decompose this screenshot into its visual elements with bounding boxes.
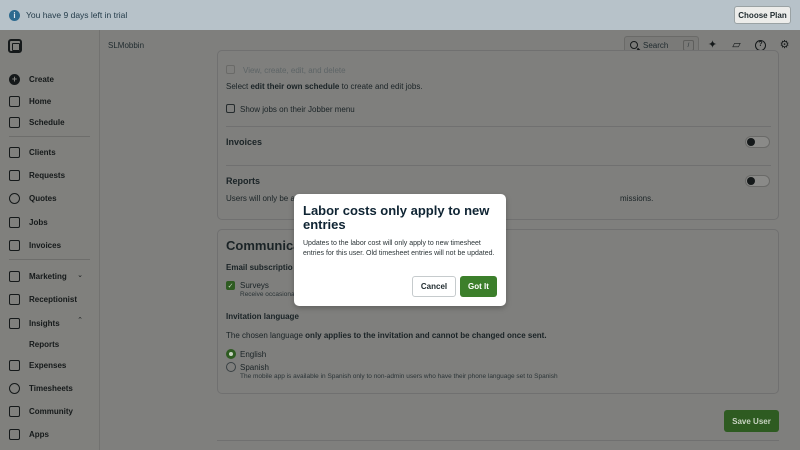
search-icon bbox=[630, 41, 638, 49]
sidebar-item-label: Quotes bbox=[29, 193, 57, 203]
invoices-permission-label: Invoices bbox=[226, 137, 263, 147]
sidebar-divider bbox=[9, 136, 90, 137]
sidebar-item-apps[interactable]: Apps bbox=[0, 424, 99, 444]
got-it-button[interactable]: Got It bbox=[460, 276, 497, 297]
spanish-label: Spanish bbox=[240, 363, 269, 372]
clients-icon bbox=[9, 146, 20, 158]
sidebar-item-label: Requests bbox=[29, 170, 66, 180]
sidebar-item-label: Community bbox=[29, 406, 73, 416]
gear-icon[interactable]: ⚙ bbox=[779, 40, 790, 51]
requests-icon bbox=[9, 169, 20, 181]
invoices-icon bbox=[9, 239, 20, 251]
sidebar-item-label: Home bbox=[29, 96, 52, 106]
spanish-note: The mobile app is available in Spanish o… bbox=[240, 373, 558, 380]
invitation-language-label: Invitation language bbox=[226, 312, 299, 321]
choose-plan-button[interactable]: Choose Plan bbox=[734, 6, 791, 24]
chevron-up-icon: ⌃ bbox=[77, 317, 83, 324]
receptionist-icon bbox=[9, 293, 20, 305]
sidebar-item-label: Clients bbox=[29, 147, 56, 157]
sidebar-item-jobs[interactable]: Jobs bbox=[0, 212, 99, 232]
chevron-down-icon: ⌄ bbox=[77, 272, 83, 279]
sidebar-item-marketing[interactable]: Marketing ⌄ bbox=[0, 266, 99, 286]
quotes-icon bbox=[9, 192, 20, 204]
expenses-icon bbox=[9, 359, 20, 371]
clock-icon bbox=[9, 382, 20, 394]
sidebar-item-invoices[interactable]: Invoices bbox=[0, 235, 99, 255]
sidebar-item-label: Apps bbox=[29, 429, 49, 439]
reports-permission-label: Reports bbox=[226, 176, 261, 186]
sidebar-item-label: Create bbox=[29, 74, 54, 84]
section-divider bbox=[226, 165, 771, 166]
calendar-icon bbox=[9, 116, 20, 128]
reports-note-start: Users will only be al bbox=[226, 194, 297, 203]
language-note: The chosen language only applies to the … bbox=[226, 331, 547, 340]
section-divider bbox=[226, 126, 771, 127]
sidebar-item-label: Insights bbox=[29, 318, 60, 328]
sidebar-item-label: Expenses bbox=[29, 360, 67, 370]
sidebar-divider bbox=[9, 259, 90, 260]
labor-costs-dialog: Labor costs only apply to new entries Up… bbox=[294, 194, 506, 306]
home-icon bbox=[9, 95, 20, 107]
schedule-note-bold: edit their own schedule bbox=[250, 82, 340, 91]
sidebar-item-label: Jobs bbox=[29, 217, 48, 227]
language-note-bold: only applies to the invitation and canno… bbox=[305, 331, 547, 340]
plus-circle-icon: + bbox=[9, 73, 20, 85]
schedule-note: Select edit their own schedule to create… bbox=[226, 82, 423, 91]
jobber-logo-icon[interactable] bbox=[8, 39, 22, 53]
trial-banner: i You have 9 days left in trial Choose P… bbox=[0, 0, 800, 30]
community-icon bbox=[9, 405, 20, 417]
dialog-title: Labor costs only apply to new entries bbox=[303, 203, 490, 232]
sidebar: + Create Home Schedule Clients Requests … bbox=[0, 30, 100, 450]
search-placeholder: Search bbox=[643, 40, 669, 50]
english-radio[interactable] bbox=[226, 349, 236, 359]
sidebar-item-label: Invoices bbox=[29, 240, 62, 250]
insights-icon bbox=[9, 317, 20, 329]
sidebar-item-label: Receptionist bbox=[29, 294, 78, 304]
trial-message: You have 9 days left in trial bbox=[26, 10, 128, 20]
reports-note-end: missions. bbox=[620, 194, 654, 203]
communication-heading: Communica bbox=[226, 238, 301, 253]
sidebar-item-label: Schedule bbox=[29, 117, 65, 127]
language-note-prefix: The chosen language bbox=[226, 331, 306, 340]
sidebar-item-quotes[interactable]: Quotes bbox=[0, 188, 99, 208]
sidebar-item-schedule[interactable]: Schedule bbox=[0, 112, 99, 132]
view-create-edit-delete-checkbox[interactable] bbox=[226, 65, 235, 74]
sidebar-item-insights[interactable]: Insights ⌃ bbox=[0, 313, 99, 333]
marketing-icon bbox=[9, 270, 20, 282]
apps-icon bbox=[9, 428, 20, 440]
sidebar-item-receptionist[interactable]: Receptionist bbox=[0, 289, 99, 309]
account-name[interactable]: SLMobbin bbox=[108, 41, 144, 50]
sidebar-item-home[interactable]: Home bbox=[0, 91, 99, 111]
sidebar-item-community[interactable]: Community bbox=[0, 401, 99, 421]
surveys-label: Surveys bbox=[240, 281, 269, 290]
sidebar-item-label: Timesheets bbox=[29, 383, 73, 393]
view-create-edit-delete-label: View, create, edit, and delete bbox=[243, 66, 346, 75]
sidebar-item-label: Reports bbox=[29, 339, 60, 349]
invoices-toggle[interactable] bbox=[745, 136, 770, 148]
cancel-button[interactable]: Cancel bbox=[412, 276, 456, 297]
jobs-icon bbox=[9, 216, 20, 228]
spanish-radio[interactable] bbox=[226, 362, 236, 372]
reports-toggle[interactable] bbox=[745, 175, 770, 187]
dialog-body: Updates to the labor cost will only appl… bbox=[303, 240, 495, 257]
schedule-note-suffix: to create and edit jobs. bbox=[339, 82, 423, 91]
sidebar-item-clients[interactable]: Clients bbox=[0, 142, 99, 162]
save-user-button[interactable]: Save User bbox=[724, 410, 779, 432]
surveys-description: Receive occasiona bbox=[240, 291, 295, 298]
info-icon: i bbox=[9, 9, 20, 21]
surveys-checkbox[interactable]: ✓ bbox=[226, 281, 235, 290]
show-jobs-label: Show jobs on their Jobber menu bbox=[240, 105, 355, 114]
footer-divider bbox=[217, 440, 779, 441]
sidebar-item-timesheets[interactable]: Timesheets bbox=[0, 378, 99, 398]
sidebar-item-requests[interactable]: Requests bbox=[0, 165, 99, 185]
show-jobs-checkbox[interactable] bbox=[226, 104, 235, 113]
english-label: English bbox=[240, 350, 267, 359]
sidebar-item-expenses[interactable]: Expenses bbox=[0, 355, 99, 375]
email-subscriptions-label: Email subscriptio bbox=[226, 263, 293, 272]
sidebar-item-label: Marketing bbox=[29, 271, 67, 281]
sidebar-item-create[interactable]: + Create bbox=[0, 69, 99, 89]
schedule-note-prefix: Select bbox=[226, 82, 251, 91]
sidebar-item-reports[interactable]: Reports bbox=[0, 334, 99, 354]
